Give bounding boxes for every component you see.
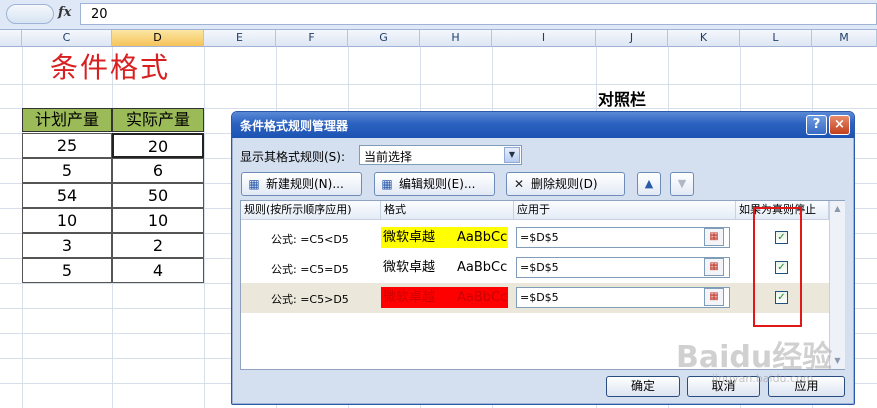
- column-header-d[interactable]: D: [112, 30, 204, 47]
- cell-c7[interactable]: 54: [22, 183, 112, 208]
- dialog-titlebar[interactable]: 条件格式规则管理器 ? ×: [232, 112, 854, 138]
- new-rule-label: 新建规则(N)...: [266, 177, 344, 191]
- rule-formula: 公式: =C5<D5: [271, 233, 349, 246]
- column-header-k[interactable]: K: [668, 30, 740, 47]
- cell-c6[interactable]: 5: [22, 158, 112, 183]
- column-header-h[interactable]: H: [420, 30, 492, 47]
- format-preview: 微软卓越 AaBbCc: [381, 227, 508, 248]
- applies-to-input[interactable]: =$D$5: [516, 287, 730, 308]
- cell-d10[interactable]: 4: [112, 258, 204, 283]
- header-actual[interactable]: 实际产量: [112, 108, 204, 132]
- delete-rule-label: 删除规则(D): [531, 177, 598, 191]
- cell-d7[interactable]: 50: [112, 183, 204, 208]
- range-select-icon[interactable]: ▦: [704, 258, 724, 276]
- rule-row[interactable]: 公式: =C5<D5 微软卓越 AaBbCc =$D$5 ▦ ✓: [241, 223, 829, 253]
- baidu-watermark: Baidu经验: [676, 340, 833, 375]
- move-up-button[interactable]: ▲: [637, 172, 661, 196]
- cell-c9[interactable]: 3: [22, 233, 112, 258]
- cell-c10[interactable]: 5: [22, 258, 112, 283]
- format-preview: 微软卓越 AaBbCc: [381, 257, 508, 278]
- sheet-title[interactable]: 条件格式: [50, 46, 170, 86]
- formula-input[interactable]: 20: [80, 3, 877, 25]
- fx-icon[interactable]: fx: [58, 5, 71, 20]
- column-header-j[interactable]: J: [596, 30, 668, 47]
- column-header-m[interactable]: M: [812, 30, 877, 47]
- preview-latin: AaBbCc: [457, 230, 508, 245]
- header-rule[interactable]: 规则(按所示顺序应用): [241, 201, 381, 220]
- arrow-up-icon: ▲: [644, 177, 654, 190]
- grid-line: [204, 47, 205, 408]
- column-header-f[interactable]: F: [276, 30, 348, 47]
- scroll-up-icon[interactable]: ▲: [830, 201, 845, 216]
- cell-d9[interactable]: 2: [112, 233, 204, 258]
- edit-rule-icon: ▦: [381, 177, 393, 191]
- rule-formula: 公式: =C5>D5: [271, 293, 349, 306]
- cell-d5-selected[interactable]: 20: [112, 133, 204, 158]
- header-applies-to[interactable]: 应用于: [514, 201, 736, 220]
- show-rules-select[interactable]: 当前选择 ▼: [359, 145, 522, 165]
- cell-c8[interactable]: 10: [22, 208, 112, 233]
- dialog-title: 条件格式规则管理器: [240, 119, 349, 133]
- highlight-box: [753, 207, 802, 327]
- range-select-icon[interactable]: ▦: [704, 228, 724, 246]
- close-icon[interactable]: ×: [829, 115, 850, 135]
- new-rule-icon: ▦: [248, 177, 260, 191]
- column-header-e[interactable]: E: [204, 30, 276, 47]
- applies-to-input[interactable]: =$D$5: [516, 257, 730, 278]
- show-rules-value: 当前选择: [364, 150, 413, 164]
- rule-row-selected[interactable]: 公式: =C5>D5 微软卓越 AaBbCc =$D$5 ▦ ✓: [241, 283, 829, 313]
- column-header-c[interactable]: C: [22, 30, 112, 47]
- ok-button[interactable]: 确定: [606, 376, 680, 397]
- move-down-button[interactable]: ▼: [670, 172, 694, 196]
- column-header-i[interactable]: I: [492, 30, 596, 47]
- preview-latin: AaBbCc: [457, 290, 508, 305]
- comparison-label[interactable]: 对照栏: [598, 86, 646, 110]
- edit-rule-label: 编辑规则(E)...: [399, 177, 476, 191]
- scroll-down-icon[interactable]: ▼: [830, 353, 845, 368]
- applies-to-input[interactable]: =$D$5: [516, 227, 730, 248]
- header-planned[interactable]: 计划产量: [22, 108, 112, 132]
- delete-rule-button[interactable]: ✕ 删除规则(D): [506, 172, 625, 196]
- preview-latin: AaBbCc: [457, 260, 508, 275]
- watermark-url: jingyan.baidu.com: [712, 372, 814, 385]
- cell-d6[interactable]: 6: [112, 158, 204, 183]
- arrow-down-icon: ▼: [677, 177, 687, 190]
- format-preview: 微软卓越 AaBbCc: [381, 287, 508, 308]
- cell-c5[interactable]: 25: [22, 133, 112, 158]
- new-rule-button[interactable]: ▦ 新建规则(N)...: [241, 172, 362, 196]
- corner-header[interactable]: [0, 30, 22, 47]
- show-rules-label: 显示其格式规则(S):: [240, 150, 346, 164]
- edit-rule-button[interactable]: ▦ 编辑规则(E)...: [374, 172, 495, 196]
- preview-chinese: 微软卓越: [383, 290, 436, 305]
- preview-chinese: 微软卓越: [383, 260, 436, 275]
- preview-chinese: 微软卓越: [383, 230, 436, 245]
- help-icon[interactable]: ?: [806, 115, 827, 135]
- name-box-scroll[interactable]: [6, 4, 54, 24]
- column-header-l[interactable]: L: [740, 30, 812, 47]
- column-header-g[interactable]: G: [348, 30, 420, 47]
- rule-formula: 公式: =C5=D5: [271, 263, 349, 276]
- rule-row[interactable]: 公式: =C5=D5 微软卓越 AaBbCc =$D$5 ▦ ✓: [241, 253, 829, 283]
- chevron-down-icon[interactable]: ▼: [504, 147, 520, 163]
- cell-d8[interactable]: 10: [112, 208, 204, 233]
- header-format[interactable]: 格式: [381, 201, 514, 220]
- range-select-icon[interactable]: ▦: [704, 288, 724, 306]
- formula-bar: fx 20: [0, 0, 877, 30]
- delete-icon: ✕: [513, 177, 525, 191]
